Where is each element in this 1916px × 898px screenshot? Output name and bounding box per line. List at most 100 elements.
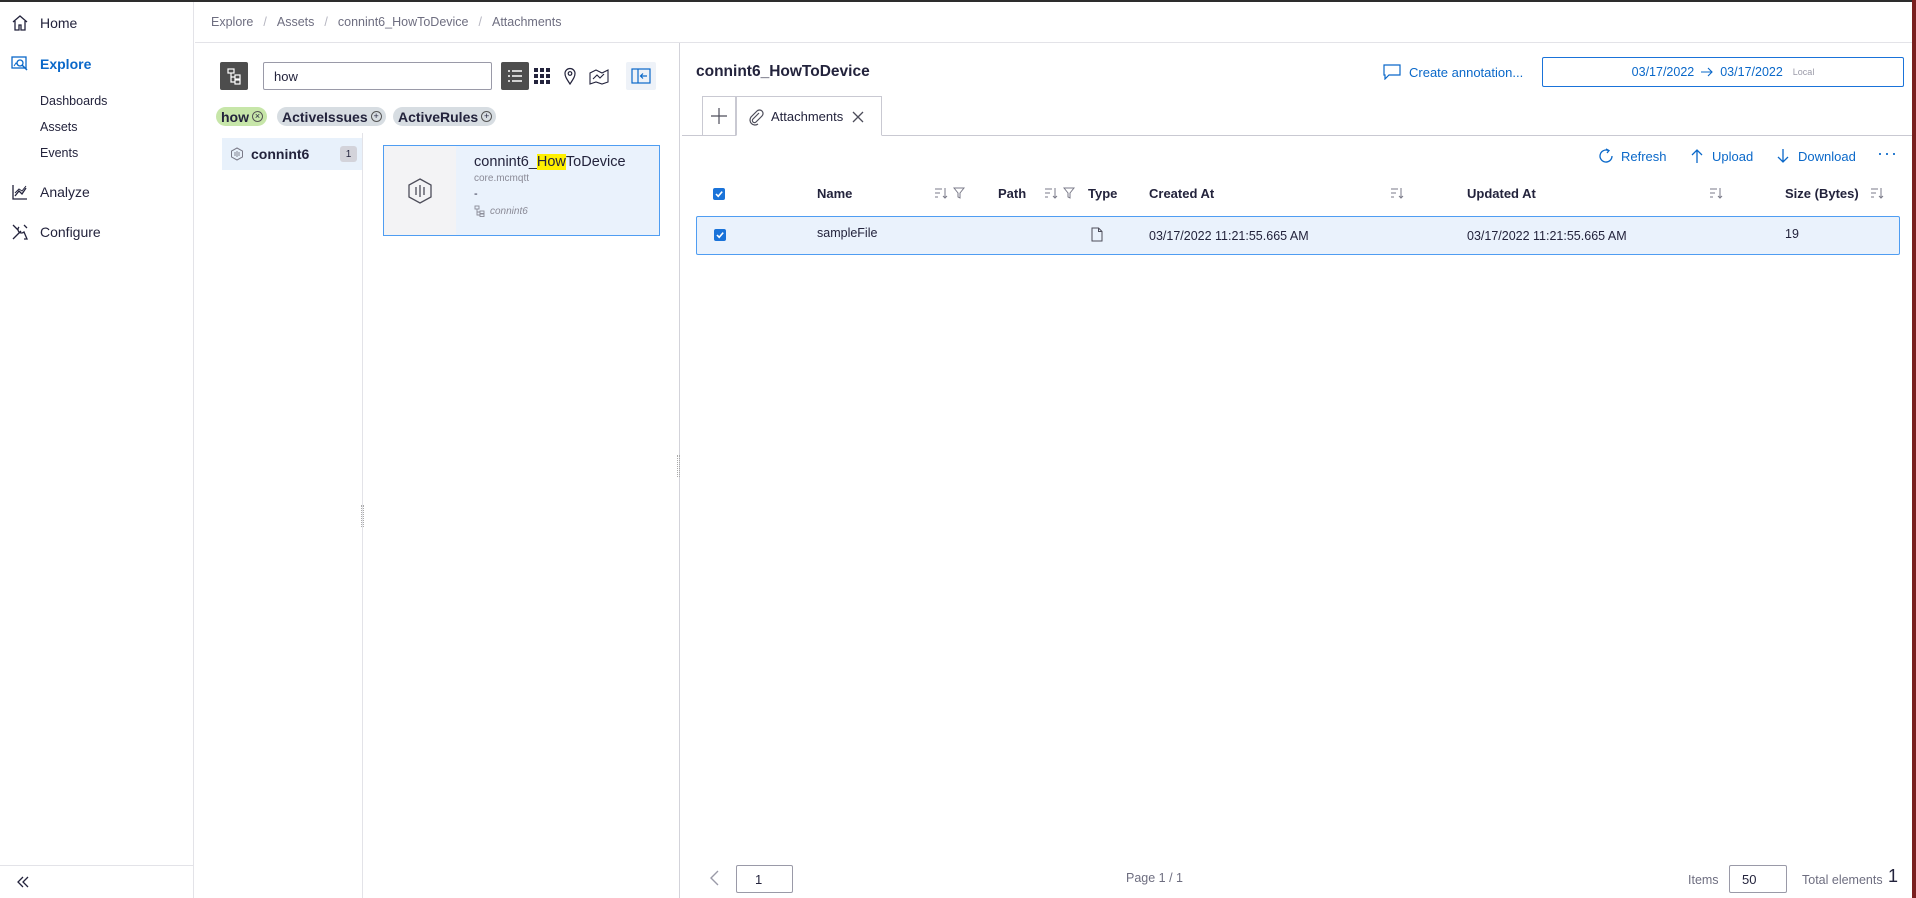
asset-card-type: core.mcmqtt: [474, 173, 530, 184]
collapse-nav-icon[interactable]: [14, 874, 32, 890]
sort-icon[interactable]: [1044, 187, 1058, 199]
date-range-picker[interactable]: 03/17/2022 03/17/2022 Local: [1542, 57, 1904, 87]
asset-card-parent-label: connint6: [490, 205, 528, 217]
collapse-panel-button[interactable]: [626, 62, 656, 90]
tree-resize-handle[interactable]: [361, 505, 364, 527]
refresh-icon: [1599, 148, 1613, 163]
asset-card[interactable]: connint6_HowToDevice core.mcmqtt - conni…: [383, 145, 660, 236]
plant-view-button[interactable]: [585, 62, 613, 90]
tree-node[interactable]: connint6 1: [222, 138, 362, 170]
nav-analyze-label: Analyze: [40, 184, 90, 200]
column-header-size[interactable]: Size (Bytes): [1785, 186, 1859, 201]
column-header-updated-at[interactable]: Updated At: [1467, 186, 1536, 201]
nav-analyze[interactable]: Analyze: [0, 174, 193, 210]
tab-attachments[interactable]: Attachments: [736, 96, 882, 136]
column-header-type[interactable]: Type: [1088, 186, 1117, 201]
arrow-right-icon: [1701, 67, 1714, 77]
path-column-controls: [1044, 187, 1075, 199]
list-view-button[interactable]: [501, 62, 529, 90]
tree-node-label: connint6: [251, 146, 310, 162]
upload-button[interactable]: Upload: [1688, 146, 1753, 166]
column-header-name[interactable]: Name: [817, 186, 852, 201]
download-label: Download: [1798, 148, 1856, 164]
cell-size: 19: [1785, 227, 1799, 241]
breadcrumb-separator: /: [478, 15, 482, 29]
map-area-icon: [589, 69, 609, 85]
hierarchy-icon: [474, 205, 485, 217]
add-filter-icon[interactable]: +: [481, 111, 493, 122]
hierarchy-toggle-button[interactable]: [220, 62, 248, 90]
previous-page-icon[interactable]: [707, 869, 721, 887]
close-tab-icon[interactable]: [851, 110, 865, 124]
timezone-label: Local: [1792, 67, 1815, 77]
create-annotation-button[interactable]: Create annotation...: [1383, 62, 1523, 82]
nav-configure-label: Configure: [40, 224, 101, 240]
breadcrumb-current: Attachments: [492, 15, 562, 29]
row-checkbox[interactable]: [714, 229, 726, 241]
date-from: 03/17/2022: [1631, 65, 1695, 79]
sort-icon[interactable]: [1390, 187, 1404, 199]
column-header-created-at[interactable]: Created At: [1149, 186, 1214, 201]
refresh-button[interactable]: Refresh: [1597, 146, 1667, 166]
select-all-checkbox[interactable]: [713, 188, 725, 200]
items-per-page-label: Items: [1688, 873, 1719, 887]
download-button[interactable]: Download: [1774, 146, 1856, 166]
items-per-page-input[interactable]: [1729, 865, 1787, 893]
nav-home-label: Home: [40, 15, 78, 31]
explore-icon: [11, 56, 28, 71]
map-view-button[interactable]: [556, 62, 584, 90]
location-pin-icon: [564, 67, 576, 85]
nav-divider: [0, 865, 193, 866]
upload-label: Upload: [1712, 148, 1754, 164]
filter-icon[interactable]: [953, 187, 965, 199]
sort-icon[interactable]: [934, 187, 948, 199]
more-actions-icon[interactable]: ···: [1877, 144, 1898, 162]
nav-assets[interactable]: Assets: [40, 120, 78, 134]
filter-icon[interactable]: [1063, 187, 1075, 199]
nav-events[interactable]: Events: [40, 146, 78, 160]
configure-icon: [12, 224, 28, 240]
asset-icon: [231, 147, 243, 161]
nav-home[interactable]: Home: [0, 5, 193, 41]
sort-icon[interactable]: [1709, 187, 1723, 199]
plus-icon: [711, 108, 727, 124]
download-icon: [1777, 149, 1789, 163]
list-icon: [508, 70, 522, 82]
created-column-controls: [1390, 187, 1404, 199]
left-navigation: Home Explore Dashboards Assets Events An…: [0, 2, 194, 898]
cell-name[interactable]: sampleFile: [817, 226, 877, 240]
search-input[interactable]: [263, 62, 492, 90]
hierarchy-icon: [227, 68, 241, 85]
upload-icon: [1691, 149, 1703, 163]
grid-icon: [534, 68, 550, 84]
nav-dashboards[interactable]: Dashboards: [40, 94, 107, 108]
breadcrumb-explore[interactable]: Explore: [211, 15, 253, 29]
breadcrumb-separator: /: [263, 15, 267, 29]
asset-icon: [408, 177, 432, 204]
tree-node-count-badge: 1: [340, 146, 357, 162]
column-header-path[interactable]: Path: [998, 186, 1026, 201]
panel-resize-handle[interactable]: [677, 455, 680, 477]
filter-chip-label: ActiveIssues: [282, 108, 368, 125]
breadcrumb-asset[interactable]: connint6_HowToDevice: [338, 15, 469, 29]
breadcrumb: Explore / Assets / connint6_HowToDevice …: [195, 2, 1912, 43]
panel-collapse-icon: [631, 68, 651, 84]
total-elements-label: Total elements: [1802, 873, 1883, 887]
sort-icon[interactable]: [1870, 187, 1884, 199]
check-icon: [716, 232, 724, 239]
filter-chip-active-rules[interactable]: ActiveRules +: [393, 107, 497, 126]
filter-chip-active-issues[interactable]: ActiveIssues +: [277, 107, 386, 126]
total-elements-value: 1: [1888, 866, 1899, 886]
filter-chip-how[interactable]: how ×: [216, 107, 267, 126]
add-filter-icon[interactable]: +: [370, 111, 382, 122]
page-number-input[interactable]: [736, 865, 793, 893]
breadcrumb-assets[interactable]: Assets: [277, 15, 315, 29]
remove-filter-icon[interactable]: ×: [252, 111, 263, 122]
file-icon: [1091, 227, 1103, 242]
add-tab-button[interactable]: [702, 96, 736, 135]
grid-view-button[interactable]: [528, 62, 556, 90]
nav-explore[interactable]: Explore: [0, 46, 193, 82]
breadcrumb-separator: /: [324, 15, 328, 29]
tab-attachments-label: Attachments: [771, 108, 844, 124]
nav-configure[interactable]: Configure: [0, 214, 193, 250]
